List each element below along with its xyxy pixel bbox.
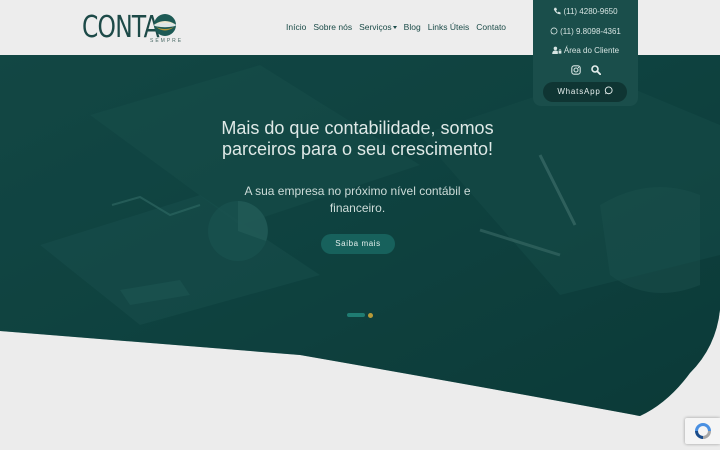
logo[interactable]: CONTA SEMPRE — [82, 10, 192, 46]
nav-inicio[interactable]: Início — [286, 22, 306, 32]
phone-link[interactable]: (11) 4280-9650 — [533, 7, 638, 16]
page: CONTA SEMPRE Início Sobre nós Serviços B… — [0, 0, 720, 450]
hero-banner: Mais do que contabilidade, somos parceir… — [0, 55, 720, 417]
nav-links-uteis[interactable]: Links Úteis — [428, 22, 470, 32]
whatsapp-icon — [604, 86, 613, 95]
logo-text: CONTA — [82, 10, 160, 45]
whatsapp-button[interactable]: WhatsApp — [543, 82, 627, 102]
user-lock-icon — [552, 46, 562, 54]
nav-contato[interactable]: Contato — [476, 22, 506, 32]
carousel-indicator-active[interactable] — [347, 313, 365, 317]
main-nav: Início Sobre nós Serviços Blog Links Úte… — [286, 22, 513, 32]
whatsapp-number-text: (11) 9.8098-4361 — [560, 27, 621, 36]
search-icon[interactable] — [590, 65, 601, 75]
social-row — [533, 65, 638, 75]
saiba-mais-button[interactable]: Saiba mais — [321, 234, 395, 254]
nav-servicos[interactable]: Serviços — [359, 22, 397, 32]
contact-panel: (11) 4280-9650 (11) 9.8098-4361 Área do … — [533, 0, 638, 106]
hero-title: Mais do que contabilidade, somos parceir… — [221, 118, 494, 159]
logo-globe-icon — [154, 14, 176, 36]
nav-blog[interactable]: Blog — [404, 22, 421, 32]
client-area-text: Área do Cliente — [563, 46, 620, 55]
nav-sobre-nos[interactable]: Sobre nós — [313, 22, 352, 32]
phone-icon — [554, 7, 562, 15]
phone-text: (11) 4280-9650 — [563, 7, 618, 16]
carousel-indicator[interactable] — [368, 313, 373, 318]
caret-down-icon — [392, 26, 397, 29]
whatsapp-button-label: WhatsApp — [557, 87, 601, 96]
whatsapp-icon — [550, 27, 558, 35]
whatsapp-number-link[interactable]: (11) 9.8098-4361 — [533, 27, 638, 36]
logo-subtitle: SEMPRE — [150, 38, 184, 44]
recaptcha-icon — [695, 423, 711, 439]
client-area-link[interactable]: Área do Cliente — [533, 46, 638, 55]
recaptcha-badge[interactable] — [685, 418, 720, 444]
nav-servicos-label: Serviços — [359, 22, 392, 32]
instagram-icon[interactable] — [570, 65, 581, 75]
hero-subtitle: A sua empresa no próximo nível contábil … — [244, 184, 471, 215]
